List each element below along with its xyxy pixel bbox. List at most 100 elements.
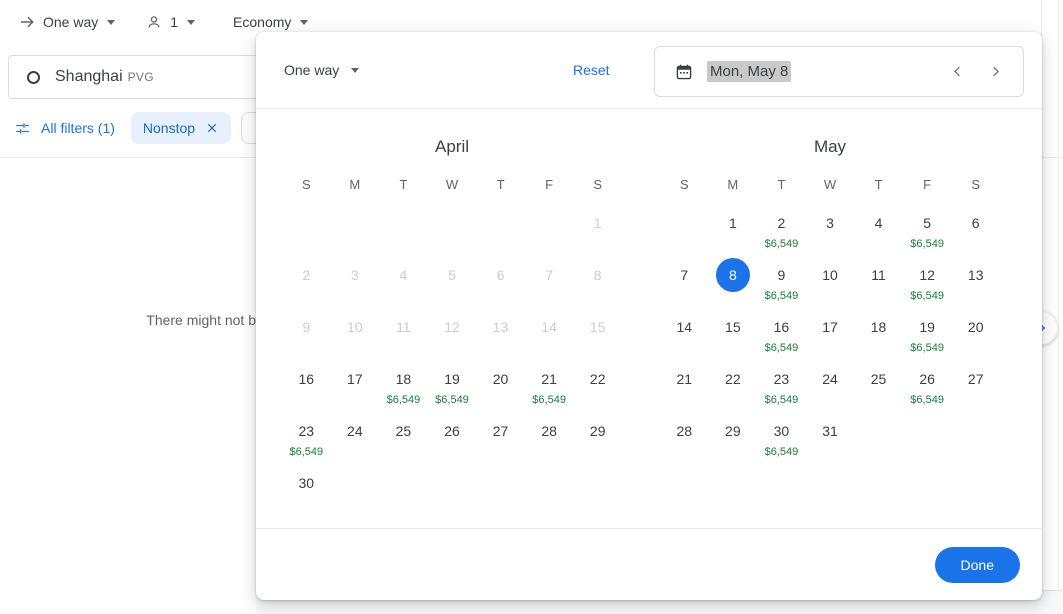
calendar-day-april-30[interactable]: 30	[282, 463, 331, 515]
calendar-day-april-26[interactable]: 26	[428, 411, 477, 463]
day-number: 23	[773, 371, 790, 387]
calendar-day-may-7[interactable]: 7	[660, 255, 709, 307]
calendar-day-april-22[interactable]: 22	[573, 359, 622, 411]
day-number: 14	[676, 319, 693, 335]
calendar-day-april-27[interactable]: 27	[476, 411, 525, 463]
calendar-day-may-29[interactable]: 29	[709, 411, 758, 463]
calendar-day-april-15: 15	[573, 307, 622, 359]
weekday-header: T	[496, 177, 505, 192]
calendar-day-april-10: 10	[331, 307, 380, 359]
calendar-day-may-24[interactable]: 24	[806, 359, 855, 411]
calendar-day-april-21[interactable]: 21 $6,549	[525, 359, 574, 411]
calendar-day-may-31[interactable]: 31	[806, 411, 855, 463]
day-price: $6,549	[910, 238, 944, 250]
date-picker-header: One way Reset Mon, May 8	[256, 32, 1042, 109]
day-number: 26	[919, 371, 935, 387]
calendar-day-may-12[interactable]: 12 $6,549	[903, 255, 952, 307]
day-number: 5	[923, 215, 932, 231]
dialog-trip-type-selector[interactable]: One way	[284, 62, 360, 78]
weekday-header: T	[874, 177, 883, 192]
calendar-day-april-16[interactable]: 16	[282, 359, 331, 411]
calendar-day-april-23[interactable]: 23 $6,549	[282, 411, 331, 463]
day-number: 16	[773, 319, 790, 335]
calendar-day-may-6[interactable]: 6	[951, 203, 1000, 255]
calendar-day-april-3: 3	[331, 255, 380, 307]
day-number: 9	[302, 319, 311, 335]
calendar-day-april-5: 5	[428, 255, 477, 307]
calendar-day-may-15[interactable]: 15	[709, 307, 758, 359]
calendar-day-may-17[interactable]: 17	[806, 307, 855, 359]
passenger-count: 1	[170, 14, 179, 30]
calendar-day-may-4[interactable]: 4	[854, 203, 903, 255]
trip-type-selector[interactable]: One way	[10, 5, 123, 39]
calendar-day-april-29[interactable]: 29	[573, 411, 622, 463]
calendar-day-april-7: 7	[525, 255, 574, 307]
calendar-day-may-25[interactable]: 25	[854, 359, 903, 411]
day-number: 30	[298, 475, 315, 491]
day-number: 22	[725, 371, 741, 387]
departure-date-field[interactable]: Mon, May 8	[654, 46, 1024, 97]
calendar-day-may-22[interactable]: 22	[709, 359, 758, 411]
calendar-day-may-30[interactable]: 30 $6,549	[757, 411, 806, 463]
calendar-day-may-19[interactable]: 19 $6,549	[903, 307, 952, 359]
day-number: 17	[347, 371, 363, 387]
close-icon[interactable]	[205, 121, 219, 135]
weekday-header: W	[823, 177, 837, 192]
calendar-months: April S M T W T F S 1 2 3 4 5 6 7 8 9 10 11 12 13 14 15 16 17 18 $…	[256, 109, 1042, 515]
next-month-button[interactable]	[983, 60, 1007, 84]
calendar-day-april-12: 12	[428, 307, 477, 359]
circle-outline-icon	[27, 70, 40, 84]
calendar-day-may-5[interactable]: 5 $6,549	[903, 203, 952, 255]
calendar-day-may-10[interactable]: 10	[806, 255, 855, 307]
day-price: $6,549	[435, 394, 469, 406]
calendar-day-april-18[interactable]: 18 $6,549	[379, 359, 428, 411]
departure-date-value[interactable]: Mon, May 8	[707, 61, 792, 82]
calendar-day-april-19[interactable]: 19 $6,549	[428, 359, 477, 411]
calendar-day-may-8[interactable]: 8	[709, 255, 758, 307]
calendar-day-april-24[interactable]: 24	[331, 411, 380, 463]
app-root: One way 1 Economy Shanghai PVG All filte…	[0, 0, 1063, 614]
calendar-day-may-26[interactable]: 26 $6,549	[903, 359, 952, 411]
reset-button[interactable]: Reset	[573, 62, 610, 78]
previous-month-button[interactable]	[945, 60, 969, 84]
scrollbar-track[interactable]	[1058, 0, 1059, 614]
weekday-header: M	[727, 177, 739, 192]
calendar-day-may-14[interactable]: 14	[660, 307, 709, 359]
calendar-day-may-3[interactable]: 3	[806, 203, 855, 255]
calendar-week-row: 23 $6,549 24 25 26 27 28 29	[282, 411, 622, 463]
origin-airport-code: PVG	[127, 70, 154, 84]
calendar-day-may-2[interactable]: 2 $6,549	[757, 203, 806, 255]
calendar-day-april-28[interactable]: 28	[525, 411, 574, 463]
day-number: 6	[496, 267, 505, 283]
day-number: 28	[676, 423, 693, 439]
day-number: 13	[492, 319, 509, 335]
calendar-day-may-28[interactable]: 28	[660, 411, 709, 463]
calendar-day-may-11[interactable]: 11	[854, 255, 903, 307]
calendar-day-april-25[interactable]: 25	[379, 411, 428, 463]
calendar-day-april-17[interactable]: 17	[331, 359, 380, 411]
weekday-header: S	[679, 177, 689, 192]
passenger-selector[interactable]: 1	[137, 5, 203, 39]
day-number: 24	[347, 423, 363, 439]
chevron-down-icon	[300, 19, 309, 25]
day-number: 1	[728, 215, 737, 231]
done-button[interactable]: Done	[934, 546, 1020, 583]
calendar-day-may-20[interactable]: 20	[951, 307, 1000, 359]
calendar-week-row: 14 15 16 $6,549 17 18 19 $6,549 20	[660, 307, 1000, 359]
calendar-day-may-1[interactable]: 1	[709, 203, 758, 255]
calendar-day-april-6: 6	[476, 255, 525, 307]
filter-chip-nonstop[interactable]: Nonstop	[130, 112, 232, 144]
weekday-header: M	[349, 177, 361, 192]
calendar-day-april-20[interactable]: 20	[476, 359, 525, 411]
day-number: 2	[302, 267, 311, 283]
calendar-day-may-27[interactable]: 27	[951, 359, 1000, 411]
calendar-day-may-13[interactable]: 13	[951, 255, 1000, 307]
day-number: 16	[298, 371, 315, 387]
calendar-day-may-16[interactable]: 16 $6,549	[757, 307, 806, 359]
calendar-day-may-21[interactable]: 21	[660, 359, 709, 411]
calendar-day-may-23[interactable]: 23 $6,549	[757, 359, 806, 411]
calendar-day-may-9[interactable]: 9 $6,549	[757, 255, 806, 307]
all-filters-button[interactable]: All filters (1)	[8, 120, 121, 137]
weekday-header: T	[399, 177, 408, 192]
calendar-day-may-18[interactable]: 18	[854, 307, 903, 359]
